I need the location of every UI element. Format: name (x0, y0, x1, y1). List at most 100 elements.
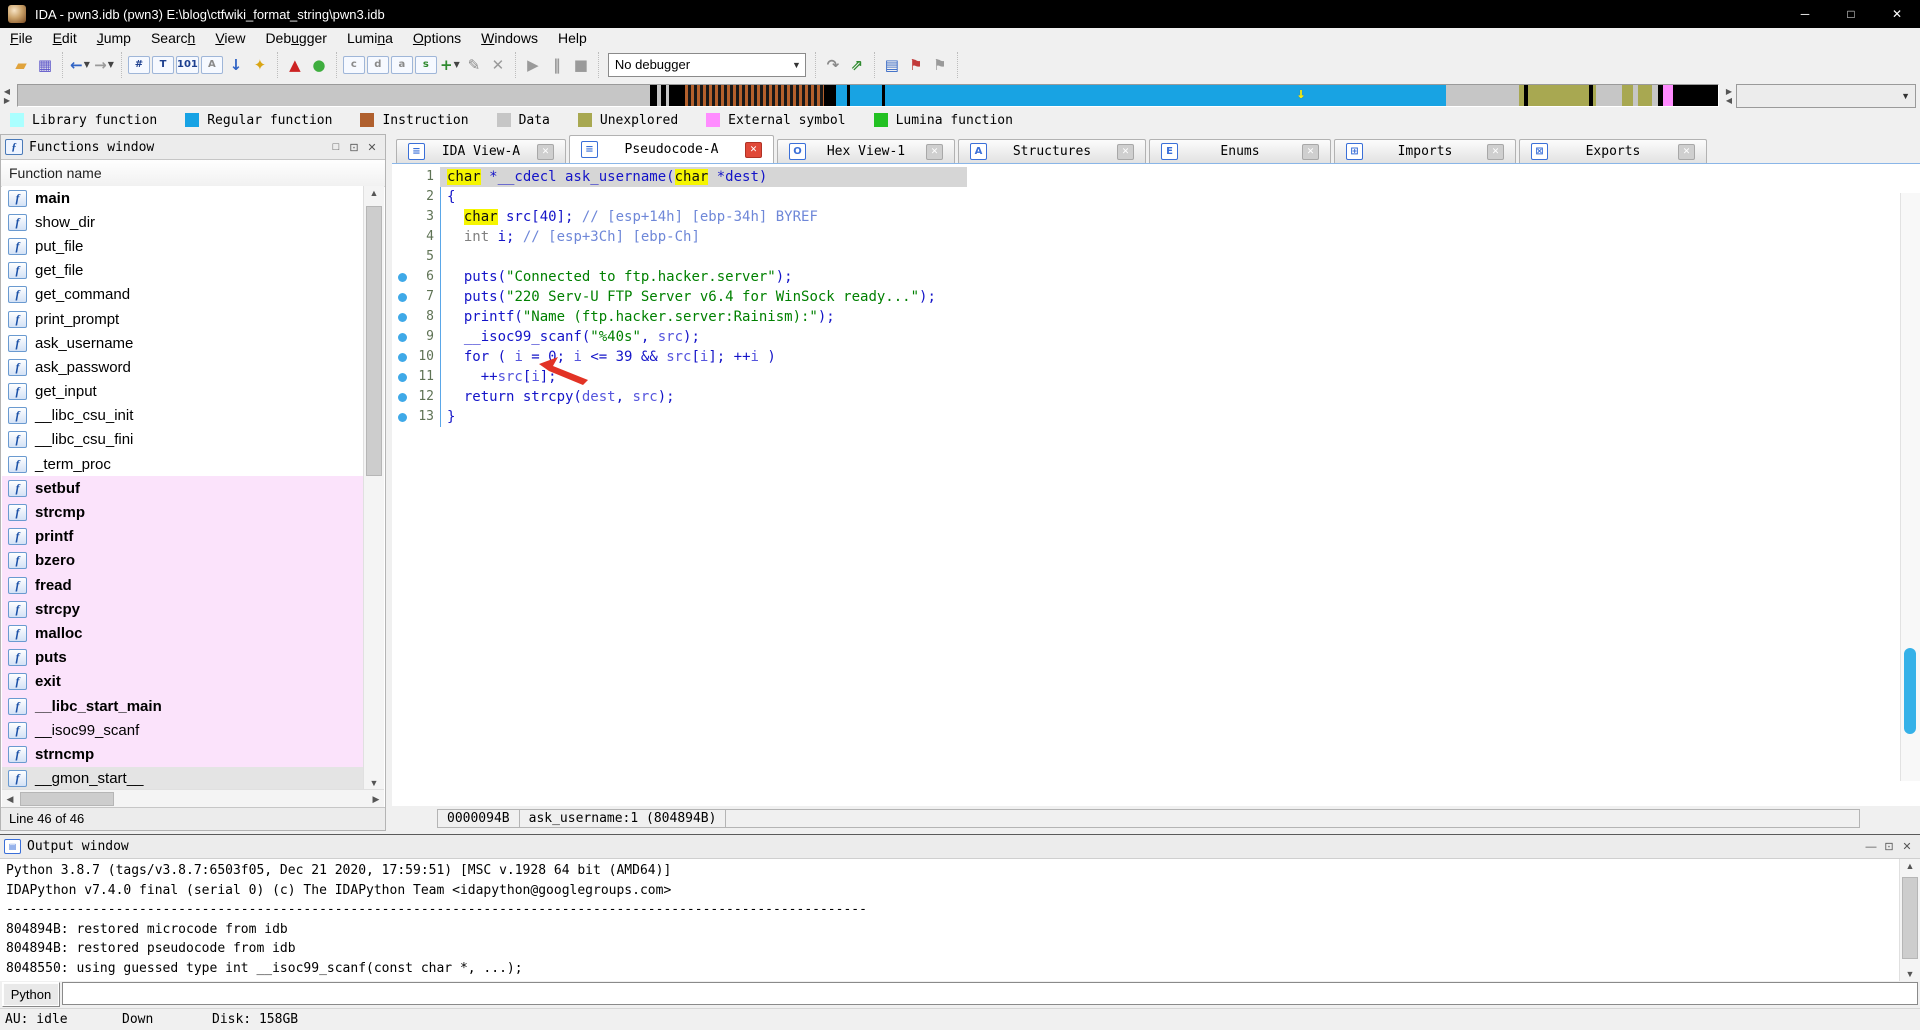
edit-function-icon[interactable]: ✎ (463, 54, 485, 76)
scroll-right-icon[interactable]: ▶ (370, 794, 382, 805)
highlight-flashlight-icon[interactable]: ✦ (249, 54, 271, 76)
function-row-bzero[interactable]: f bzero (2, 548, 364, 573)
line-marker-cell[interactable] (394, 247, 410, 267)
search-immediate-icon[interactable]: # (128, 55, 150, 74)
save-file-icon[interactable]: ▦ (34, 54, 56, 76)
minimize-button[interactable]: — (1862, 839, 1880, 855)
function-row-strcpy[interactable]: f strcpy (2, 597, 364, 622)
tab-close-icon[interactable]: ✕ (1302, 143, 1319, 160)
tab-structures[interactable]: A Structures ✕ (958, 139, 1146, 163)
tab-hex-view-1[interactable]: O Hex View-1 ✕ (777, 139, 955, 163)
band-zoom-select[interactable]: ▼ (1736, 83, 1916, 108)
line-marker-cell[interactable] (394, 227, 410, 247)
function-row-term-proc[interactable]: f _term_proc (2, 452, 364, 476)
watches-icon[interactable]: ⚑ (929, 54, 951, 76)
line-marker-cell[interactable] (394, 347, 410, 367)
make-code-icon[interactable]: c (342, 55, 365, 74)
step-over-icon[interactable]: ↷ (822, 54, 844, 76)
function-row-gmon-start[interactable]: f __gmon_start__ (2, 766, 364, 790)
output-window-header[interactable]: ▤ Output window — ⊡ ✕ (0, 835, 1920, 859)
open-file-icon[interactable]: ▰ (10, 54, 32, 76)
maximize-button[interactable]: □ (327, 139, 345, 155)
code-line-6[interactable]: 6 puts("Connected to ftp.hacker.server")… (394, 267, 1898, 287)
line-marker-cell[interactable] (394, 267, 410, 287)
analysis-warning-icon[interactable]: ▲ (284, 54, 306, 76)
function-row-ask-username[interactable]: f ask_username (2, 331, 364, 355)
line-marker-cell[interactable] (394, 207, 410, 227)
function-row-libc-csu-init[interactable]: f __libc_csu_init (2, 404, 364, 428)
function-row-libc-csu-fini[interactable]: f __libc_csu_fini (2, 428, 364, 452)
pseudocode-view[interactable]: 1 char *__cdecl ask_username(char *dest) 2… (392, 163, 1920, 806)
python-input[interactable] (62, 982, 1918, 1005)
function-row-get-command[interactable]: f get_command (2, 283, 364, 307)
close-button[interactable]: ✕ (363, 139, 381, 155)
scroll-up-icon[interactable]: ▲ (1900, 861, 1920, 871)
function-row-ask-password[interactable]: f ask_password (2, 355, 364, 379)
scroll-left-icon[interactable]: ◀ (4, 794, 16, 805)
tab-close-icon[interactable]: ✕ (926, 143, 943, 160)
scrollbar-thumb[interactable] (366, 206, 382, 476)
function-row-setbuf[interactable]: f setbuf (2, 476, 364, 501)
function-row-print-prompt[interactable]: f print_prompt (2, 307, 364, 331)
function-row-fread[interactable]: f fread (2, 573, 364, 598)
menu-item-debugger[interactable]: Debugger (255, 30, 337, 46)
pseudocode-vertical-scrollbar[interactable] (1900, 193, 1920, 781)
function-row-get-file[interactable]: f get_file (2, 259, 364, 283)
search-binary-icon[interactable]: 101 (176, 55, 199, 74)
functions-horizontal-scrollbar[interactable]: ◀ ▶ (2, 789, 384, 808)
function-row-strncmp[interactable]: f strncmp (2, 742, 364, 767)
code-line-8[interactable]: 8 printf("Name (ftp.hacker.server:Rainis… (394, 307, 1898, 327)
tab-imports[interactable]: ⊞ Imports ✕ (1334, 139, 1516, 163)
navband-sphere-icon[interactable]: ● (308, 54, 330, 76)
function-row-main[interactable]: f main (2, 186, 364, 210)
function-row-isoc99-scanf[interactable]: f __isoc99_scanf (2, 718, 364, 743)
line-marker-cell[interactable] (394, 387, 410, 407)
code-line-2[interactable]: 2{ (394, 187, 1898, 207)
function-row-exit[interactable]: f exit (2, 669, 364, 694)
code-line-10[interactable]: 10 for ( i = 0; i <= 39 && src[i]; ++i ) (394, 347, 1898, 367)
code-line-4[interactable]: 4 int i; // [esp+3Ch] [ebp-Ch] (394, 227, 1898, 247)
menu-item-file[interactable]: File (0, 30, 43, 46)
breakpoints-icon[interactable]: ⚑ (905, 54, 927, 76)
navigation-band[interactable]: ↓ (17, 84, 1719, 107)
maximize-button[interactable]: □ (1828, 0, 1874, 28)
function-row-libc-start-main[interactable]: f __libc_start_main (2, 693, 364, 719)
close-button[interactable]: ✕ (1898, 839, 1916, 855)
minimize-button[interactable]: ─ (1782, 0, 1828, 28)
function-row-puts[interactable]: f puts (2, 645, 364, 670)
scroll-down-icon[interactable]: ▼ (364, 778, 384, 788)
run-until-return-icon[interactable]: ⇗ (846, 54, 868, 76)
functions-window-header[interactable]: ƒ Functions window □ ⊡ ✕ (1, 135, 385, 160)
debugger-pause-icon[interactable]: ‖ (546, 54, 568, 76)
debugger-stop-icon[interactable]: ■ (570, 54, 592, 76)
line-marker-cell[interactable] (394, 307, 410, 327)
jump-address-icon[interactable]: ↓ (225, 54, 247, 76)
make-data-icon[interactable]: d (366, 55, 389, 74)
band-scroll-right[interactable]: ▶ ◀ (1722, 87, 1736, 105)
function-row-show-dir[interactable]: f show_dir (2, 210, 364, 234)
search-next-icon[interactable]: A (200, 55, 223, 74)
tab-close-icon[interactable]: ✕ (1117, 143, 1134, 160)
code-line-3[interactable]: 3 char src[40]; // [esp+14h] [ebp-34h] B… (394, 207, 1898, 227)
create-function-icon[interactable]: + ▼ (439, 54, 461, 76)
tab-enums[interactable]: E Enums ✕ (1149, 139, 1331, 163)
code-line-12[interactable]: 12 return strcpy(dest, src); (394, 387, 1898, 407)
line-marker-cell[interactable] (394, 327, 410, 347)
menu-item-view[interactable]: View (205, 30, 255, 46)
make-string-icon[interactable]: s (414, 55, 437, 74)
tab-close-icon[interactable]: ✕ (1678, 143, 1695, 160)
recent-scripts-icon[interactable]: ▤ (881, 54, 903, 76)
code-line-1[interactable]: 1 char *__cdecl ask_username(char *dest) (394, 167, 1898, 187)
menu-item-edit[interactable]: Edit (43, 30, 87, 46)
function-row-malloc[interactable]: f malloc (2, 621, 364, 646)
output-log[interactable]: Python 3.8.7 (tags/v3.8.7:6503f05, Dec 2… (0, 859, 1900, 981)
float-button[interactable]: ⊡ (345, 139, 363, 155)
navigate-back-icon[interactable]: ← ▼ (69, 54, 91, 76)
debugger-select[interactable]: No debugger ▼ (607, 52, 806, 77)
tab-close-icon[interactable]: ✕ (537, 143, 554, 160)
search-text-icon[interactable]: T (152, 55, 174, 74)
code-line-11[interactable]: 11 ++src[i]; (394, 367, 1898, 387)
function-row-put-file[interactable]: f put_file (2, 234, 364, 258)
make-char-icon[interactable]: a (390, 55, 413, 74)
scrollbar-thumb[interactable] (1904, 648, 1916, 734)
